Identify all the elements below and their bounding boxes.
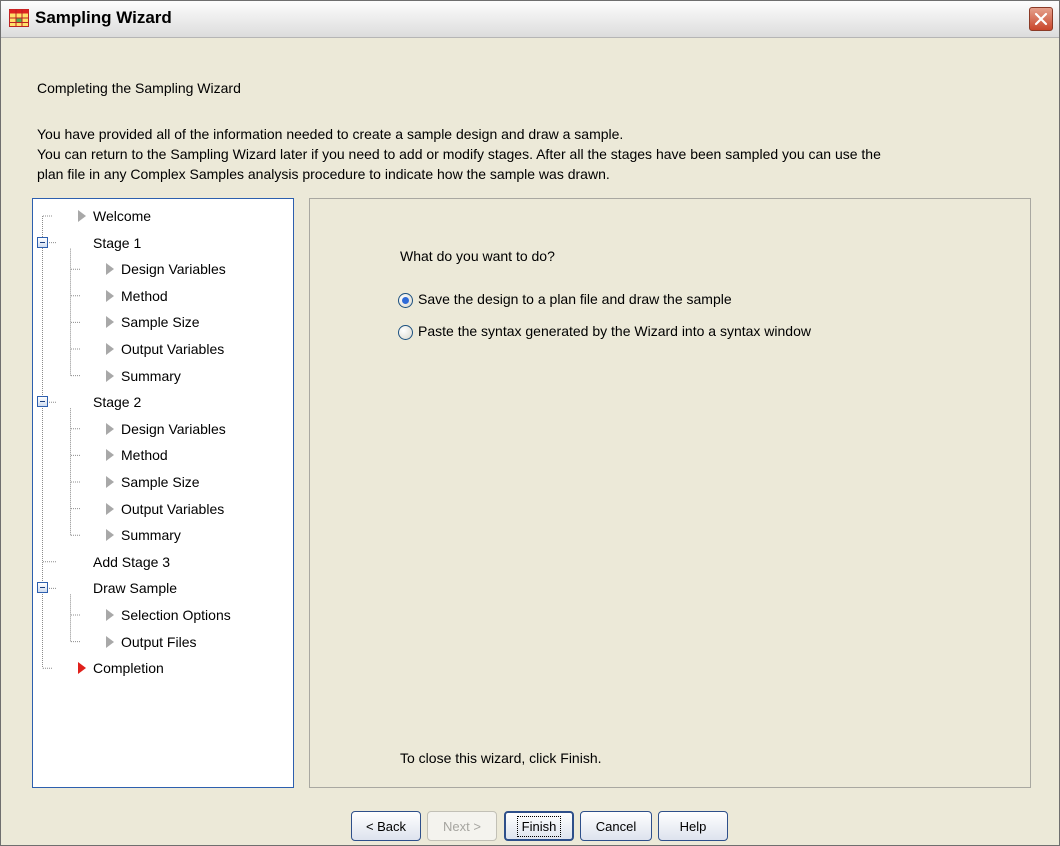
tree-item-label: Draw Sample [93, 580, 178, 597]
tree-item-label: Summary [121, 527, 181, 544]
close-icon [1034, 12, 1048, 26]
save-plan-option-label: Save the design to a plan file and draw … [418, 291, 732, 307]
cancel-button[interactable]: Cancel [580, 811, 652, 841]
tree-item-label: Output Files [121, 633, 197, 650]
collapse-toggle-icon[interactable] [37, 236, 48, 248]
finish-button[interactable]: Finish [504, 811, 574, 841]
step-arrow-icon [106, 343, 114, 355]
back-button[interactable]: < Back [351, 811, 421, 841]
description-line: You have provided all of the information… [37, 126, 624, 142]
step-arrow-icon [106, 635, 114, 648]
tree-item-label: Summary [121, 367, 181, 384]
tree-item-label: Method [121, 447, 168, 464]
tree-item[interactable]: Output Files [33, 629, 291, 655]
help-button[interactable]: Help [658, 811, 728, 841]
paste-syntax-option-label: Paste the syntax generated by the Wizard… [418, 323, 811, 339]
tree-item-label: Stage 1 [93, 234, 142, 251]
tree-item[interactable]: Design Variables [33, 416, 291, 442]
tree-item[interactable]: Output Variables [33, 496, 291, 522]
tree-item-label: Method [121, 287, 168, 304]
tree-item-label: Output Variables [121, 500, 225, 517]
step-arrow-icon [106, 529, 114, 542]
step-arrow-icon [78, 210, 86, 222]
step-arrow-icon [106, 609, 114, 621]
window-title: Sampling Wizard [35, 8, 172, 27]
title-bar[interactable]: Sampling Wizard [1, 1, 1059, 38]
description-line: You can return to the Sampling Wizard la… [37, 146, 881, 162]
step-arrow-icon [106, 316, 114, 329]
tree-item-label: Welcome [93, 208, 152, 224]
tree-item[interactable]: Selection Options [33, 602, 291, 628]
step-arrow-icon [106, 263, 114, 276]
tree-item[interactable]: Draw Sample [33, 575, 291, 601]
next-button[interactable]: Next > [427, 811, 497, 841]
wizard-steps-tree[interactable]: Welcome Stage 1 Design Variables Method Samp… [32, 198, 294, 788]
tree-item[interactable]: Stage 1 [33, 230, 291, 256]
tree-item-label: Sample Size [121, 314, 200, 331]
collapse-toggle-icon[interactable] [37, 582, 48, 594]
tree-item-label: Output Variables [121, 341, 225, 357]
sampling-wizard-window: Sampling Wizard Completing the Sampling … [0, 0, 1060, 846]
question-label: What do you want to do? [400, 248, 555, 264]
tree-item[interactable]: Output Variables [33, 336, 291, 362]
close-button[interactable] [1029, 7, 1053, 31]
tree-item[interactable]: Welcome [33, 203, 291, 229]
finish-hint: To close this wizard, click Finish. [400, 750, 602, 766]
tree-item[interactable]: Design Variables [33, 256, 291, 282]
tree-item[interactable]: Sample Size [33, 469, 291, 495]
wizard-heading: Completing the Sampling Wizard [37, 80, 241, 96]
tree-item-label: Design Variables [121, 261, 226, 278]
tree-item-label: Stage 2 [93, 394, 142, 411]
radio-button[interactable] [398, 325, 413, 340]
description-line: plan file in any Complex Samples analysi… [37, 166, 610, 182]
collapse-toggle-icon[interactable] [37, 396, 48, 408]
tree-item[interactable]: Stage 2 [33, 389, 291, 415]
tree-item-label: Completion [93, 660, 164, 677]
tree-item-label: Sample Size [121, 474, 200, 490]
completion-panel: What do you want to do? Save the design … [309, 198, 1031, 788]
current-step-arrow-icon [78, 662, 86, 675]
tree-item[interactable]: Method [33, 283, 291, 309]
tree-item-label: Add Stage 3 [93, 553, 171, 570]
step-arrow-icon [106, 449, 114, 462]
tree-item[interactable]: Add Stage 3 [33, 549, 291, 575]
tree-item[interactable]: Method [33, 442, 291, 468]
tree-item[interactable]: Sample Size [33, 309, 291, 335]
step-arrow-icon [106, 289, 114, 302]
spss-table-icon [9, 9, 29, 27]
wizard-description: You have provided all of the information… [37, 124, 881, 184]
step-arrow-icon [106, 422, 114, 435]
tree-item[interactable]: Summary [33, 363, 291, 389]
tree-item[interactable]: Completion [33, 655, 291, 681]
finish-button-label: Finish [516, 815, 562, 837]
tree-item[interactable]: Summary [33, 522, 291, 548]
step-arrow-icon [106, 369, 114, 382]
tree-item-label: Selection Options [121, 607, 231, 623]
step-arrow-icon [106, 476, 114, 488]
radio-button[interactable] [398, 293, 413, 308]
tree-item-label: Design Variables [121, 420, 226, 437]
step-arrow-icon [106, 502, 114, 515]
